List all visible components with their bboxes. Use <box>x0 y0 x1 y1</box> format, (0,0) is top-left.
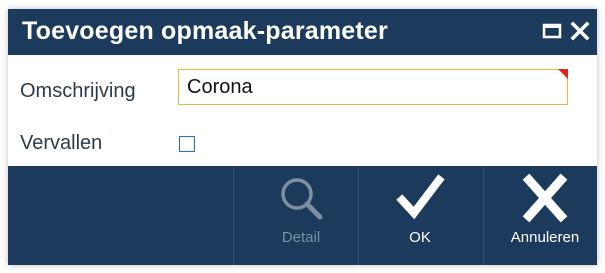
detail-button[interactable]: Detail <box>244 166 358 265</box>
ok-button-label: OK <box>409 229 431 246</box>
maximize-icon <box>540 19 564 43</box>
dialog-titlebar: Toevoegen opmaak-parameter <box>8 9 597 55</box>
toolbar-divider <box>233 166 234 265</box>
annuleren-button[interactable]: Annuleren <box>488 166 597 265</box>
required-field-marker <box>558 69 568 79</box>
ok-button[interactable]: OK <box>363 166 477 265</box>
dialog-title: Toevoegen opmaak-parameter <box>22 17 388 45</box>
close-icon <box>568 19 592 43</box>
toolbar-divider <box>483 166 484 265</box>
form-area: Omschrijving Vervallen <box>8 55 597 166</box>
annuleren-button-label: Annuleren <box>510 229 580 246</box>
omschrijving-label: Omschrijving <box>20 80 136 102</box>
action-toolbar: Detail OK Annuleren <box>8 166 597 265</box>
toolbar-divider <box>358 166 359 265</box>
vervallen-label: Vervallen <box>20 132 103 154</box>
detail-button-label: Detail <box>281 229 321 246</box>
checkmark-icon <box>363 172 477 224</box>
x-cancel-icon <box>488 172 597 224</box>
magnifier-icon <box>244 172 358 224</box>
vervallen-checkbox[interactable] <box>179 136 195 152</box>
close-button[interactable] <box>568 19 592 43</box>
maximize-button[interactable] <box>540 19 564 43</box>
add-format-parameter-dialog: Toevoegen opmaak-parameter Omschrijving … <box>8 9 597 265</box>
omschrijving-input[interactable] <box>179 70 567 104</box>
omschrijving-field-wrapper <box>178 69 568 105</box>
